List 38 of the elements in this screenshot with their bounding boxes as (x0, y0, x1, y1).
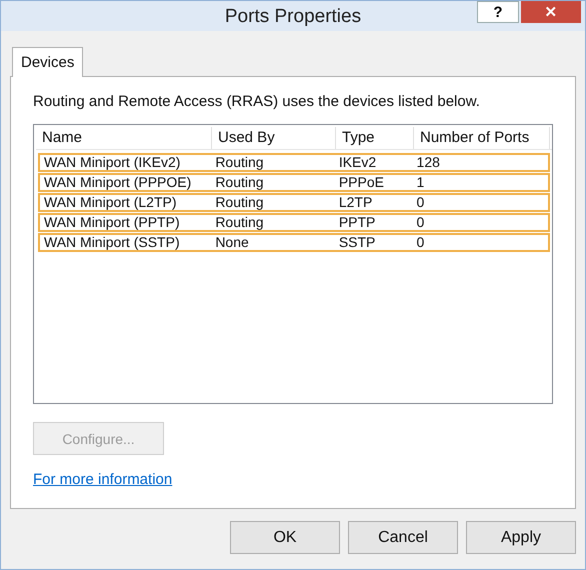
device-row[interactable]: WAN Miniport (SSTP) None SSTP 0 (38, 233, 550, 252)
column-header[interactable]: Name (36, 127, 212, 149)
table-cell-text: WAN Miniport (SSTP) (43, 235, 181, 250)
close-button[interactable]: ✕ (521, 1, 581, 23)
device-row[interactable]: WAN Miniport (PPTP) Routing PPTP 0 (38, 213, 550, 232)
device-row[interactable]: WAN Miniport (IKEv2) Routing IKEv2 128 (38, 153, 550, 172)
dialog-button[interactable]: OK (230, 521, 340, 554)
table-cell-text: L2TP (338, 195, 374, 210)
table-cell-text: PPTP (338, 215, 376, 230)
column-header[interactable]: Type (336, 127, 414, 149)
table-cell-text: SSTP (338, 235, 376, 250)
column-header[interactable]: Number of Ports (414, 127, 550, 149)
help-button[interactable]: ? (477, 1, 519, 23)
dialog-button[interactable]: Cancel (348, 521, 458, 554)
table-cell-text: WAN Miniport (L2TP) (43, 195, 178, 210)
more-info-link[interactable]: For more information (33, 471, 172, 488)
table-cell-text: Routing (214, 155, 265, 170)
description-text: Routing and Remote Access (RRAS) uses the devices listed below. (33, 93, 480, 110)
table-cell-text: IKEv2 (338, 155, 378, 170)
table-cell-text: Routing (214, 175, 265, 190)
table-cell-text: None (214, 235, 250, 250)
table-cell-text: 0 (416, 195, 426, 210)
table-cell-text: Routing (214, 195, 265, 210)
table-cell-text: Routing (214, 215, 265, 230)
table-cell-text: WAN Miniport (IKEv2) (43, 155, 182, 170)
tab[interactable]: Devices (12, 47, 84, 77)
table-cell-text: 128 (416, 155, 441, 170)
table-cell-text: 0 (416, 235, 426, 250)
table-cell-text: WAN Miniport (PPTP) (43, 215, 181, 230)
device-row[interactable]: WAN Miniport (PPPOE) Routing PPPoE 1 (38, 173, 550, 192)
table-cell-text: 0 (416, 215, 426, 230)
table-cell-text: PPPoE (338, 175, 385, 190)
device-row[interactable]: WAN Miniport (L2TP) Routing L2TP 0 (38, 193, 550, 212)
window-title: Ports Properties (224, 6, 362, 28)
table-cell-text: 1 (416, 175, 426, 190)
table-cell-text: WAN Miniport (PPPOE) (43, 175, 192, 190)
column-header[interactable]: Used By (212, 127, 336, 149)
dialog-button[interactable]: Apply (466, 521, 576, 554)
